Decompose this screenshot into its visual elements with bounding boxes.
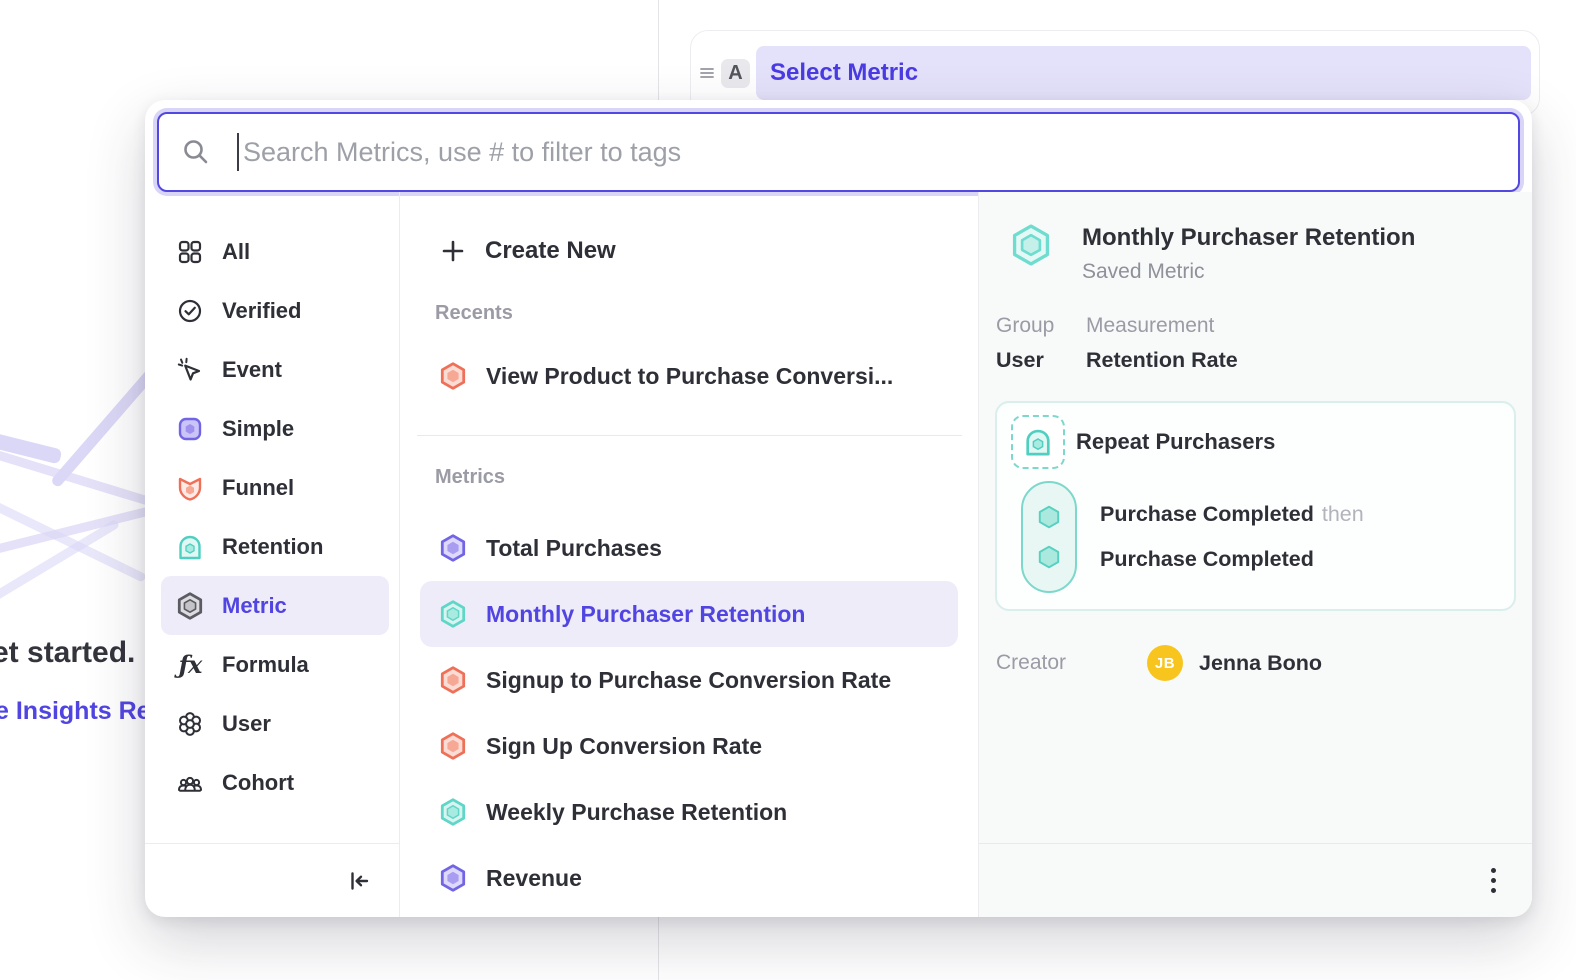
definition-title: Repeat Purchasers (1076, 429, 1275, 455)
metric-item-sign-up-conversion-rate[interactable]: Sign Up Conversion Rate (420, 713, 958, 779)
creator-row: Creator JB Jenna Bono (995, 645, 1516, 681)
metric-hexagon-icon (438, 361, 468, 391)
metric-hexagon-icon (438, 599, 468, 629)
sidebar-item-funnel[interactable]: Funnel (161, 458, 389, 517)
metric-hexagon-icon (438, 797, 468, 827)
drag-handle-icon[interactable] (699, 65, 715, 81)
event-hexagon-icon (1036, 504, 1062, 530)
sidebar-item-user[interactable]: User (161, 694, 389, 753)
measurement-label: Measurement (1086, 314, 1238, 338)
metric-item-label: Monthly Purchaser Retention (486, 601, 805, 628)
definition-connector: then (1322, 502, 1364, 526)
retention-metric-icon (175, 533, 205, 561)
verified-badge-icon (175, 297, 205, 325)
metric-detail-panel: Monthly Purchaser Retention Saved Metric… (978, 192, 1532, 917)
sidebar-item-simple[interactable]: Simple (161, 399, 389, 458)
detail-footer (979, 843, 1532, 917)
sidebar-item-label: Funnel (222, 475, 294, 501)
event-sequence-capsule (1021, 481, 1077, 593)
metric-definition-card: Repeat Purchasers Purchase Completed then (995, 401, 1516, 611)
creator-name: Jenna Bono (1199, 651, 1322, 676)
metric-hexagon-icon (438, 731, 468, 761)
sidebar-item-label: Verified (222, 298, 301, 324)
plus-icon (438, 237, 468, 265)
definition-step-1: Purchase Completed (1100, 502, 1314, 526)
saved-metric-icon (175, 591, 205, 621)
recent-metric-item[interactable]: View Product to Purchase Conversi... (420, 343, 958, 409)
sidebar-item-label: Cohort (222, 770, 294, 796)
metric-item-label: Sign Up Conversion Rate (486, 733, 762, 760)
retention-definition-icon (1011, 415, 1065, 469)
sidebar-item-label: Simple (222, 416, 294, 442)
group-value: User (996, 348, 1086, 373)
sidebar-footer (145, 843, 399, 917)
filter-sidebar: All Verified (145, 192, 400, 917)
create-new-button[interactable]: Create New (400, 226, 978, 276)
background-report-link-fragment[interactable]: e Insights Re (0, 697, 151, 726)
group-label: Group (996, 314, 1086, 338)
metric-item-label: Weekly Purchase Retention (486, 799, 787, 826)
sidebar-item-retention[interactable]: Retention (161, 517, 389, 576)
metric-item-weekly-purchase-retention[interactable]: Weekly Purchase Retention (420, 779, 958, 845)
collapse-left-icon[interactable] (345, 867, 373, 895)
metric-picker-modal: Search Metrics, use # to filter to tags … (145, 100, 1532, 917)
detail-header: Monthly Purchaser Retention Saved Metric (995, 222, 1516, 284)
detail-title: Monthly Purchaser Retention (1082, 224, 1415, 252)
metric-hexagon-icon (438, 533, 468, 563)
sidebar-item-label: Retention (222, 534, 323, 560)
series-letter-badge: A (721, 59, 750, 88)
sidebar-item-all[interactable]: All (161, 222, 389, 281)
metric-item-monthly-purchaser-retention[interactable]: Monthly Purchaser Retention (420, 581, 958, 647)
metric-item-revenue[interactable]: Revenue (420, 845, 958, 911)
metric-hexagon-icon (1008, 222, 1054, 268)
sidebar-item-label: User (222, 711, 271, 737)
metric-item-label: Total Purchases (486, 535, 662, 562)
formula-icon: ƒx (175, 650, 205, 679)
definition-step-2: Purchase Completed (1100, 547, 1364, 572)
metric-hexagon-icon (438, 863, 468, 893)
grid-icon (175, 238, 205, 266)
detail-meta: Group User Measurement Retention Rate (995, 314, 1516, 373)
sidebar-item-cohort[interactable]: Cohort (161, 753, 389, 812)
metric-item-label: Revenue (486, 865, 582, 892)
detail-subtitle: Saved Metric (1082, 260, 1415, 284)
user-cluster-icon (175, 710, 205, 738)
metric-item-label: View Product to Purchase Conversi... (486, 363, 893, 390)
select-metric-label: Select Metric (770, 59, 918, 87)
metrics-list: Total Purchases Monthly Purchaser Retent… (400, 515, 978, 911)
measurement-value: Retention Rate (1086, 348, 1238, 373)
sidebar-item-verified[interactable]: Verified (161, 281, 389, 340)
metric-item-label: Signup to Purchase Conversion Rate (486, 667, 891, 694)
sidebar-item-metric[interactable]: Metric (161, 576, 389, 635)
simple-metric-icon (175, 415, 205, 443)
search-placeholder: Search Metrics, use # to filter to tags (243, 137, 681, 168)
more-options-icon[interactable] (1491, 868, 1496, 893)
sidebar-item-label: Formula (222, 652, 309, 678)
creator-avatar: JB (1147, 645, 1183, 681)
background-headline-fragment: et started. (0, 636, 135, 670)
cohort-icon (175, 769, 205, 797)
sidebar-item-label: All (222, 239, 250, 265)
event-hexagon-icon (1036, 544, 1062, 570)
text-cursor (237, 133, 239, 171)
sidebar-item-event[interactable]: Event (161, 340, 389, 399)
metric-item-signup-to-purchase-conversion-rate[interactable]: Signup to Purchase Conversion Rate (420, 647, 958, 713)
creator-label: Creator (996, 651, 1147, 675)
recents-section-header: Recents (435, 302, 978, 325)
create-new-label: Create New (485, 237, 616, 265)
metric-hexagon-icon (438, 665, 468, 695)
search-input[interactable]: Search Metrics, use # to filter to tags (157, 112, 1520, 192)
sidebar-item-label: Metric (222, 593, 287, 619)
sidebar-item-formula[interactable]: ƒx Formula (161, 635, 389, 694)
metrics-section-header: Metrics (435, 466, 978, 489)
sidebar-item-label: Event (222, 357, 282, 383)
search-icon (181, 137, 211, 167)
select-metric-button[interactable]: Select Metric (756, 46, 1531, 100)
list-divider (417, 435, 962, 436)
metric-results-list: Create New Recents View Product to Purch… (400, 192, 978, 917)
funnel-metric-icon (175, 474, 205, 502)
event-cursor-icon (175, 356, 205, 384)
metric-item-total-purchases[interactable]: Total Purchases (420, 515, 958, 581)
